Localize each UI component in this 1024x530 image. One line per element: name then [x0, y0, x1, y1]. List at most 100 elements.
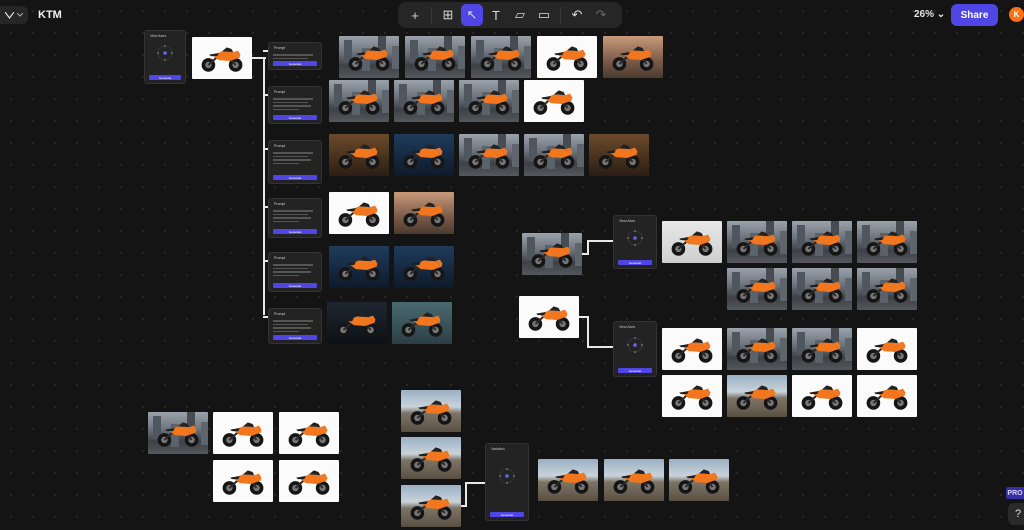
- generated-image[interactable]: [524, 80, 584, 122]
- generated-image[interactable]: [471, 36, 531, 78]
- generated-image[interactable]: [213, 412, 273, 454]
- generated-image[interactable]: [538, 459, 598, 501]
- connector-line: [587, 240, 589, 255]
- variation-node[interactable]: Variation Generate: [485, 443, 529, 521]
- generated-image[interactable]: [792, 328, 852, 370]
- generated-image[interactable]: [522, 233, 582, 275]
- generate-button[interactable]: Generate: [273, 175, 317, 180]
- generated-image[interactable]: [392, 302, 452, 344]
- generate-button[interactable]: Generate: [149, 75, 181, 80]
- node-title: Prompt: [274, 90, 286, 94]
- axis-control-icon[interactable]: [625, 335, 645, 355]
- view-node[interactable]: View Axes Generate: [613, 321, 657, 377]
- view-node[interactable]: View Axes Generate: [144, 30, 186, 84]
- generated-image[interactable]: [857, 268, 917, 310]
- axis-control-icon[interactable]: [155, 43, 175, 63]
- generate-button[interactable]: Generate: [490, 512, 524, 517]
- pro-badge[interactable]: PRO: [1006, 487, 1024, 499]
- generated-image[interactable]: [857, 375, 917, 417]
- axis-control-icon[interactable]: [625, 228, 645, 248]
- generated-image[interactable]: [329, 192, 389, 234]
- canvas[interactable]: View Axes Generate Prompt Generate Prompt Gen…: [0, 0, 1024, 530]
- motorcycle-icon: [410, 495, 452, 520]
- prompt-node[interactable]: Prompt Generate: [268, 252, 322, 292]
- generated-image[interactable]: [405, 36, 465, 78]
- generated-image[interactable]: [394, 192, 454, 234]
- generated-image[interactable]: [727, 221, 787, 263]
- generated-image[interactable]: [279, 412, 339, 454]
- generated-image[interactable]: [604, 459, 664, 501]
- motorcycle-icon: [546, 46, 588, 71]
- generated-image[interactable]: [669, 459, 729, 501]
- generated-image[interactable]: [279, 460, 339, 502]
- generated-image[interactable]: [401, 485, 461, 527]
- generated-image[interactable]: [329, 80, 389, 122]
- generated-image[interactable]: [857, 221, 917, 263]
- help-button[interactable]: ?: [1008, 503, 1024, 525]
- generated-image[interactable]: [662, 375, 722, 417]
- generate-button[interactable]: Generate: [618, 260, 652, 265]
- motorcycle-icon: [338, 256, 380, 281]
- prompt-node[interactable]: Prompt Generate: [268, 86, 322, 124]
- generated-image[interactable]: [792, 268, 852, 310]
- motorcycle-icon: [403, 202, 445, 227]
- motorcycle-icon: [403, 144, 445, 169]
- motorcycle-icon: [403, 90, 445, 115]
- generated-image[interactable]: [857, 328, 917, 370]
- generated-image[interactable]: [339, 36, 399, 78]
- prompt-text: [273, 208, 317, 224]
- generated-image[interactable]: [327, 302, 387, 344]
- generated-image[interactable]: [394, 134, 454, 176]
- generate-button[interactable]: Generate: [273, 115, 317, 120]
- generated-image[interactable]: [589, 134, 649, 176]
- generated-image[interactable]: [519, 296, 579, 338]
- motorcycle-icon: [403, 256, 445, 281]
- generated-image[interactable]: [792, 221, 852, 263]
- view-node[interactable]: View Axes Generate: [613, 215, 657, 269]
- prompt-node[interactable]: Prompt Generate: [268, 42, 322, 70]
- motorcycle-icon: [157, 422, 199, 447]
- generated-image[interactable]: [394, 246, 454, 288]
- motorcycle-icon: [866, 278, 908, 303]
- motorcycle-icon: [866, 338, 908, 363]
- generate-button[interactable]: Generate: [273, 229, 317, 234]
- motorcycle-icon: [801, 338, 843, 363]
- generated-image[interactable]: [524, 134, 584, 176]
- motorcycle-icon: [401, 312, 443, 337]
- generated-image[interactable]: [394, 80, 454, 122]
- generated-image[interactable]: [792, 375, 852, 417]
- node-title: Prompt: [274, 312, 286, 316]
- generated-image[interactable]: [662, 328, 722, 370]
- prompt-node[interactable]: Prompt Generate: [268, 198, 322, 238]
- node-title: Prompt: [274, 144, 286, 148]
- generated-image[interactable]: [662, 221, 722, 263]
- generated-image[interactable]: [727, 268, 787, 310]
- generated-image[interactable]: [329, 134, 389, 176]
- motorcycle-icon: [336, 312, 378, 337]
- generate-button[interactable]: Generate: [273, 61, 317, 66]
- generated-image[interactable]: [213, 460, 273, 502]
- generate-button[interactable]: Generate: [273, 335, 317, 340]
- generated-image[interactable]: [401, 390, 461, 432]
- generated-image[interactable]: [192, 37, 252, 79]
- generate-button[interactable]: Generate: [273, 283, 317, 288]
- motorcycle-icon: [801, 278, 843, 303]
- generate-button[interactable]: Generate: [618, 368, 652, 373]
- generated-image[interactable]: [459, 80, 519, 122]
- motorcycle-icon: [338, 144, 380, 169]
- generated-image[interactable]: [148, 412, 208, 454]
- axis-control-icon[interactable]: [497, 466, 517, 486]
- prompt-node[interactable]: Prompt Generate: [268, 140, 322, 184]
- generated-image[interactable]: [603, 36, 663, 78]
- generated-image[interactable]: [727, 328, 787, 370]
- motorcycle-icon: [288, 470, 330, 495]
- motorcycle-icon: [801, 385, 843, 410]
- motorcycle-icon: [736, 385, 778, 410]
- generated-image[interactable]: [459, 134, 519, 176]
- generated-image[interactable]: [329, 246, 389, 288]
- generated-image[interactable]: [537, 36, 597, 78]
- generated-image[interactable]: [401, 437, 461, 479]
- generated-image[interactable]: [727, 375, 787, 417]
- prompt-node[interactable]: Prompt Generate: [268, 308, 322, 344]
- motorcycle-icon: [531, 243, 573, 268]
